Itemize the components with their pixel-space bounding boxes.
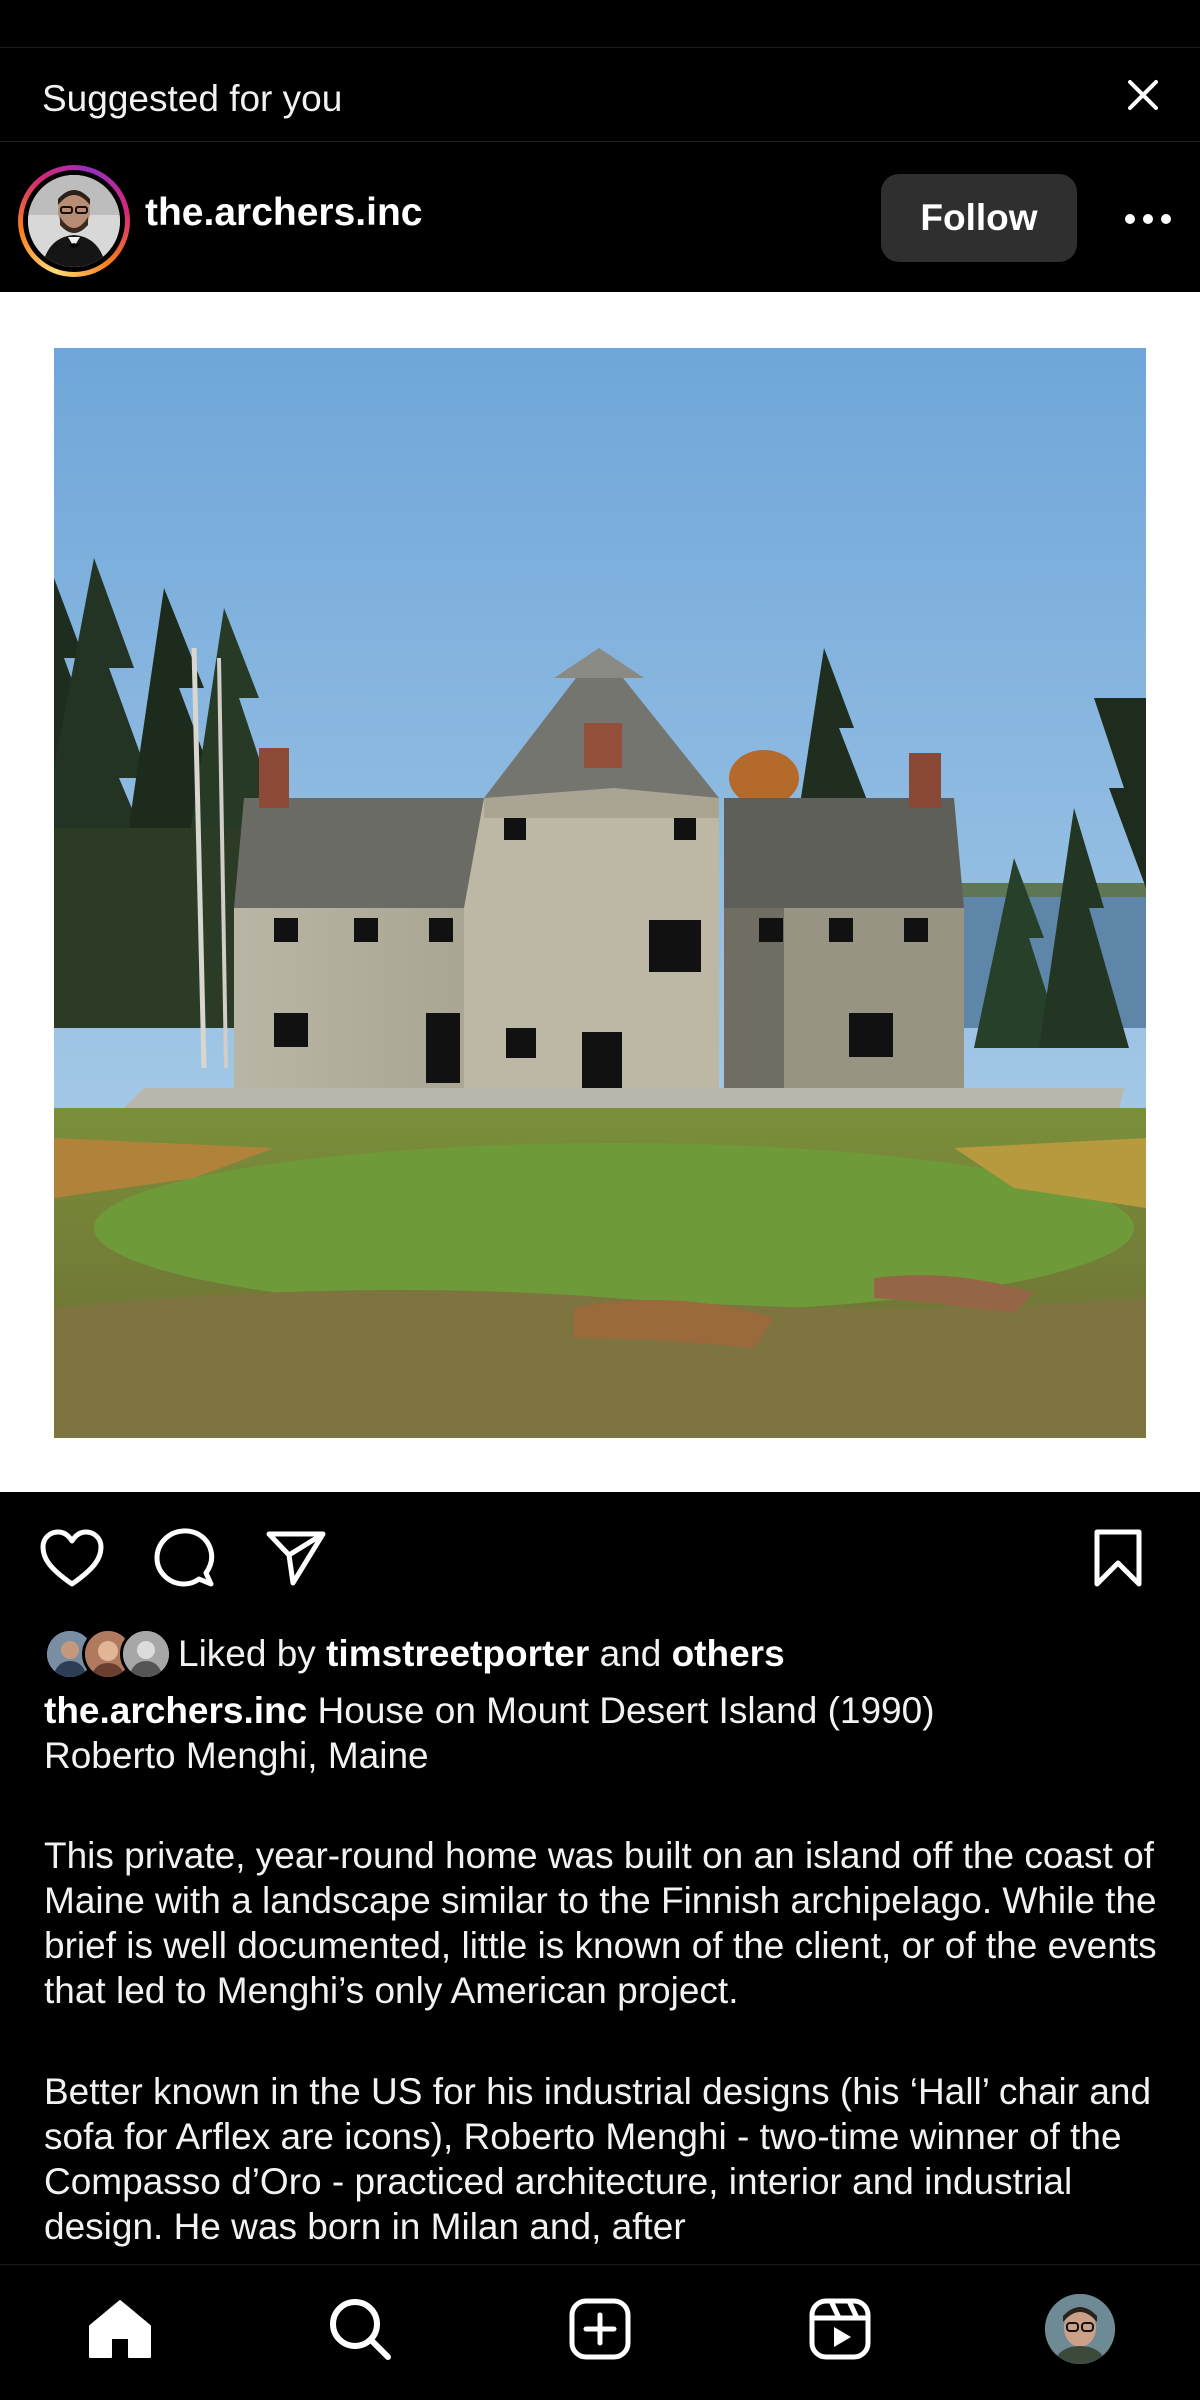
close-button[interactable] <box>1112 64 1174 126</box>
likes-and: and <box>599 1633 662 1674</box>
caption-paragraph-2: Better known in the US for his industria… <box>44 2071 1152 2247</box>
follow-button[interactable]: Follow <box>881 174 1077 262</box>
home-icon <box>89 2300 151 2358</box>
liker-avatar <box>120 1628 172 1680</box>
search-icon <box>330 2299 391 2360</box>
nav-search[interactable] <box>320 2289 400 2369</box>
author-username[interactable]: the.archers.inc <box>145 191 422 235</box>
caption-container: the.archers.inc House on Mount Desert Is… <box>0 1688 1200 2264</box>
post-header: the.archers.inc Follow <box>0 143 1200 291</box>
nav-create[interactable] <box>560 2289 640 2369</box>
share-button[interactable] <box>260 1522 332 1594</box>
nav-profile[interactable] <box>1040 2289 1120 2369</box>
liker-avatars <box>44 1628 172 1680</box>
like-button[interactable] <box>36 1522 108 1594</box>
caption-title-line1: House on Mount Desert Island (1990) <box>317 1690 935 1731</box>
likes-summary[interactable]: Liked by timstreetporter and others <box>44 1626 785 1682</box>
caption: the.archers.inc House on Mount Desert Is… <box>44 1688 1164 2264</box>
send-icon <box>266 1531 326 1586</box>
more-options-button[interactable] <box>1116 187 1180 251</box>
bottom-nav <box>0 2264 1200 2400</box>
add-post-icon <box>569 2298 631 2360</box>
nav-reels[interactable] <box>800 2289 880 2369</box>
comment-button[interactable] <box>148 1522 220 1594</box>
liker-username[interactable]: timstreetporter <box>326 1633 589 1674</box>
likes-others[interactable]: others <box>672 1633 785 1674</box>
likes-text: Liked by timstreetporter and others <box>178 1633 785 1675</box>
bookmark-icon <box>1094 1529 1142 1587</box>
comment-icon <box>154 1528 215 1587</box>
close-icon <box>1128 80 1158 110</box>
heart-icon <box>40 1529 104 1587</box>
status-bar-remnant <box>0 0 1200 48</box>
suggested-label: Suggested for you <box>42 78 343 119</box>
caption-title-line2: Roberto Menghi, Maine <box>44 1735 429 1776</box>
post-image-container[interactable] <box>0 292 1200 1492</box>
likes-prefix: Liked by <box>178 1633 316 1674</box>
caption-title: the.archers.inc House on Mount Desert Is… <box>44 1688 1164 1778</box>
more-horizontal-icon <box>1125 214 1171 224</box>
nav-home[interactable] <box>80 2289 160 2369</box>
suggested-bar: Suggested for you <box>0 48 1200 142</box>
post-image <box>54 348 1146 1438</box>
post-actions <box>0 1492 1200 1622</box>
profile-avatar <box>1045 2294 1115 2364</box>
caption-username[interactable]: the.archers.inc <box>44 1690 307 1731</box>
caption-paragraph-1: This private, year-round home was built … <box>44 1835 1157 2011</box>
author-avatar[interactable] <box>18 165 130 277</box>
save-button[interactable] <box>1082 1522 1154 1594</box>
reels-icon <box>809 2298 871 2360</box>
